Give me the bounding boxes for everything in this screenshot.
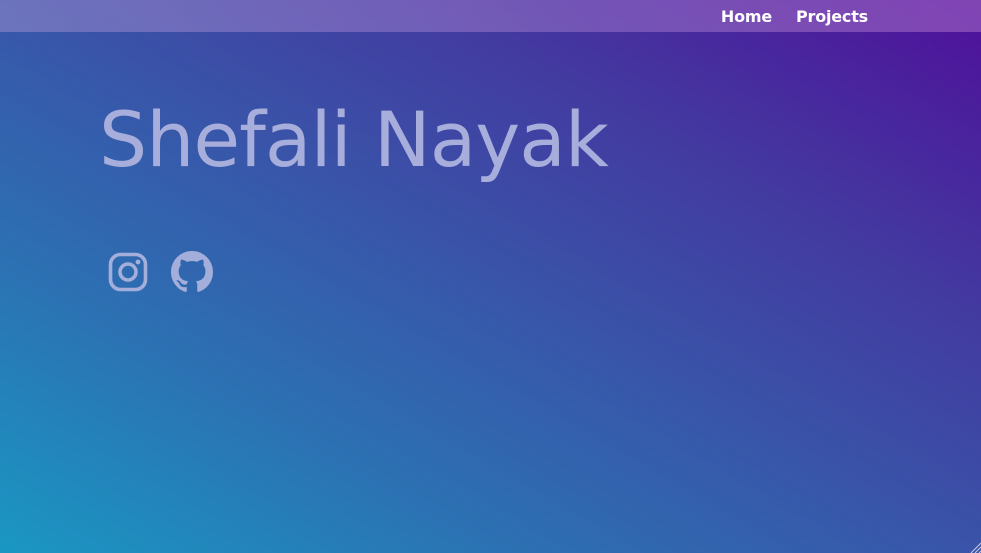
github-icon (171, 251, 213, 292)
nav-link-home[interactable]: Home (721, 7, 772, 26)
resize-grip-icon[interactable] (969, 541, 981, 553)
instagram-icon (108, 252, 148, 292)
nav-link-projects[interactable]: Projects (796, 7, 868, 26)
main-nav: Home Projects (721, 0, 868, 32)
github-link[interactable] (171, 251, 213, 293)
page-title: Shefali Nayak (99, 95, 609, 184)
top-nav-bar: Home Projects (0, 0, 981, 32)
instagram-link[interactable] (107, 251, 149, 293)
social-links (107, 251, 213, 293)
